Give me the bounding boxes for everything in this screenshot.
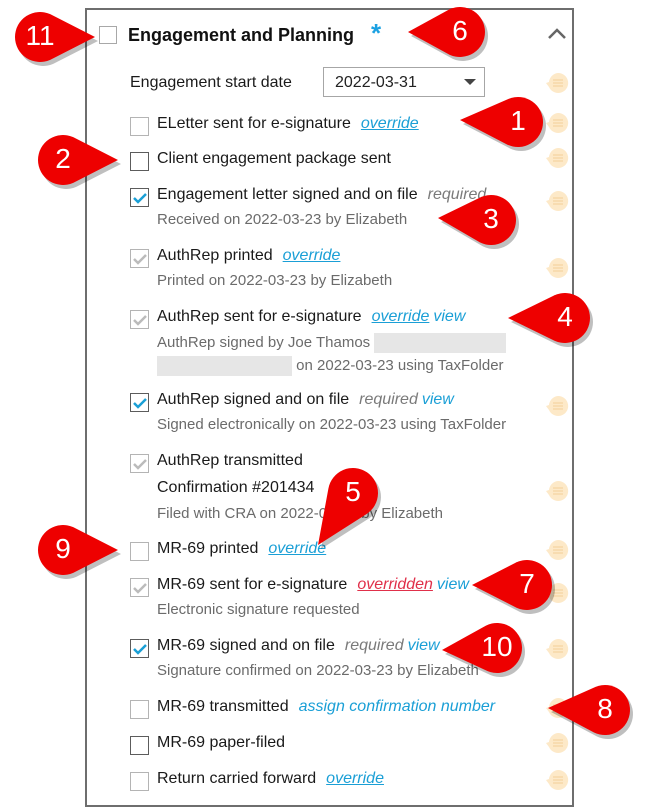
item-checkbox[interactable]	[130, 578, 149, 597]
callout-marker: 4	[502, 287, 600, 353]
callout-marker: 11	[9, 6, 105, 72]
override-link[interactable]: override	[283, 247, 341, 264]
checkmark-icon	[133, 315, 147, 326]
override-link[interactable]: override	[361, 115, 419, 132]
item-checkbox[interactable]	[130, 772, 149, 791]
item-label: AuthRep sent for e-signature	[157, 308, 362, 325]
dropdown-caret-icon	[464, 79, 476, 85]
item-checkbox[interactable]	[130, 639, 149, 658]
checkmark-icon	[133, 398, 147, 409]
callout-number: 7	[519, 568, 535, 599]
comment-icon[interactable]	[545, 767, 571, 793]
start-date-value: 2022-03-31	[335, 74, 417, 91]
callout-marker: 3	[432, 189, 526, 255]
checkmark-icon	[133, 583, 147, 594]
redacted-block	[157, 356, 292, 376]
view-link[interactable]: view	[433, 308, 465, 325]
required-tag: required	[344, 637, 404, 654]
item-checkbox[interactable]	[130, 117, 149, 136]
item-status: Signature confirmed on 2022-03-23 by Eli…	[157, 662, 479, 679]
item-status: AuthRep signed by Joe Thamos	[157, 333, 507, 353]
callout-number: 5	[345, 476, 361, 507]
start-date-label: Engagement start date	[130, 74, 292, 91]
item-label: MR-69 sent for e-signature	[157, 576, 348, 593]
callout-number: 2	[55, 143, 71, 174]
overridden-link[interactable]: overridden	[357, 576, 433, 593]
item-status: Electronic signature requested	[157, 601, 360, 618]
item-label: MR-69 transmitted	[157, 698, 289, 715]
callout-marker: 7	[466, 554, 562, 620]
section-title: Engagement and Planning	[128, 25, 355, 45]
callout-marker: 2	[32, 129, 128, 195]
comment-icon[interactable]	[545, 188, 571, 214]
override-link[interactable]: override	[326, 770, 384, 787]
status-text: AuthRep signed by Joe Thamos	[157, 333, 371, 351]
assign-confirmation-link[interactable]: assign confirmation number	[299, 698, 496, 715]
comment-icon[interactable]	[545, 255, 571, 281]
checkmark-icon	[133, 459, 147, 470]
item-checkbox[interactable]	[130, 152, 149, 171]
item-checkbox[interactable]	[130, 542, 149, 561]
item-label: AuthRep transmitted	[157, 452, 303, 469]
callout-number: 6	[452, 15, 468, 46]
confirmation-number: Confirmation #201434	[157, 479, 315, 496]
callout-marker: 1	[454, 91, 553, 157]
override-link[interactable]: override	[372, 308, 430, 325]
checkmark-icon	[133, 254, 147, 265]
item-label: AuthRep printed	[157, 247, 273, 264]
item-checkbox[interactable]	[130, 736, 149, 755]
view-link[interactable]: view	[437, 576, 469, 593]
item-status: Signed electronically on 2022-03-23 usin…	[157, 416, 507, 433]
item-status: Filed with CRA on 2022-03-23 by Elizabet…	[157, 505, 443, 522]
item-label: MR-69 paper-filed	[157, 734, 286, 751]
callout-number: 11	[25, 20, 55, 51]
item-checkbox[interactable]	[130, 188, 149, 207]
checkmark-icon	[133, 193, 147, 204]
redacted-block	[374, 333, 507, 353]
item-checkbox[interactable]	[130, 700, 149, 719]
callout-number: 8	[597, 693, 613, 724]
item-checkbox[interactable]	[130, 249, 149, 268]
item-status: Printed on 2022-03-23 by Elizabeth	[157, 272, 393, 289]
item-label: MR-69 printed	[157, 540, 259, 557]
item-status: Received on 2022-03-23 by Elizabeth	[157, 211, 408, 228]
item-checkbox[interactable]	[130, 454, 149, 473]
required-tag: required	[359, 391, 418, 408]
callout-marker: 5	[312, 462, 388, 555]
item-label: MR-69 signed and on file	[157, 637, 335, 654]
item-label: Engagement letter signed and on file	[157, 186, 418, 203]
checkmark-icon	[133, 644, 147, 655]
view-link[interactable]: view	[422, 391, 454, 408]
callout-marker: 10	[436, 617, 532, 683]
callout-number: 10	[481, 631, 513, 662]
item-label: ELetter sent for e-signature	[157, 115, 351, 132]
item-label: Client engagement package sent	[157, 150, 391, 167]
view-link[interactable]: view	[408, 637, 440, 654]
comment-icon[interactable]	[545, 478, 571, 504]
chevron-up-icon[interactable]	[546, 26, 568, 42]
callout-marker: 6	[402, 1, 495, 67]
status-text: on 2022-03-23 using TaxFolder	[296, 356, 504, 374]
comment-icon[interactable]	[545, 393, 571, 419]
item-checkbox[interactable]	[130, 310, 149, 329]
callout-number: 1	[510, 105, 526, 136]
required-asterisk-icon: *	[371, 18, 382, 48]
item-checkbox[interactable]	[130, 393, 149, 412]
callout-number: 4	[557, 301, 573, 332]
item-status-line2: on 2022-03-23 using TaxFolder	[157, 356, 504, 376]
item-label: AuthRep signed and on file	[157, 391, 350, 408]
item-label: Return carried forward	[157, 770, 317, 787]
comment-icon[interactable]	[545, 636, 571, 662]
callout-marker: 9	[32, 519, 128, 585]
callout-number: 3	[483, 203, 499, 234]
callout-marker: 8	[542, 679, 640, 745]
callout-number: 9	[55, 533, 71, 564]
